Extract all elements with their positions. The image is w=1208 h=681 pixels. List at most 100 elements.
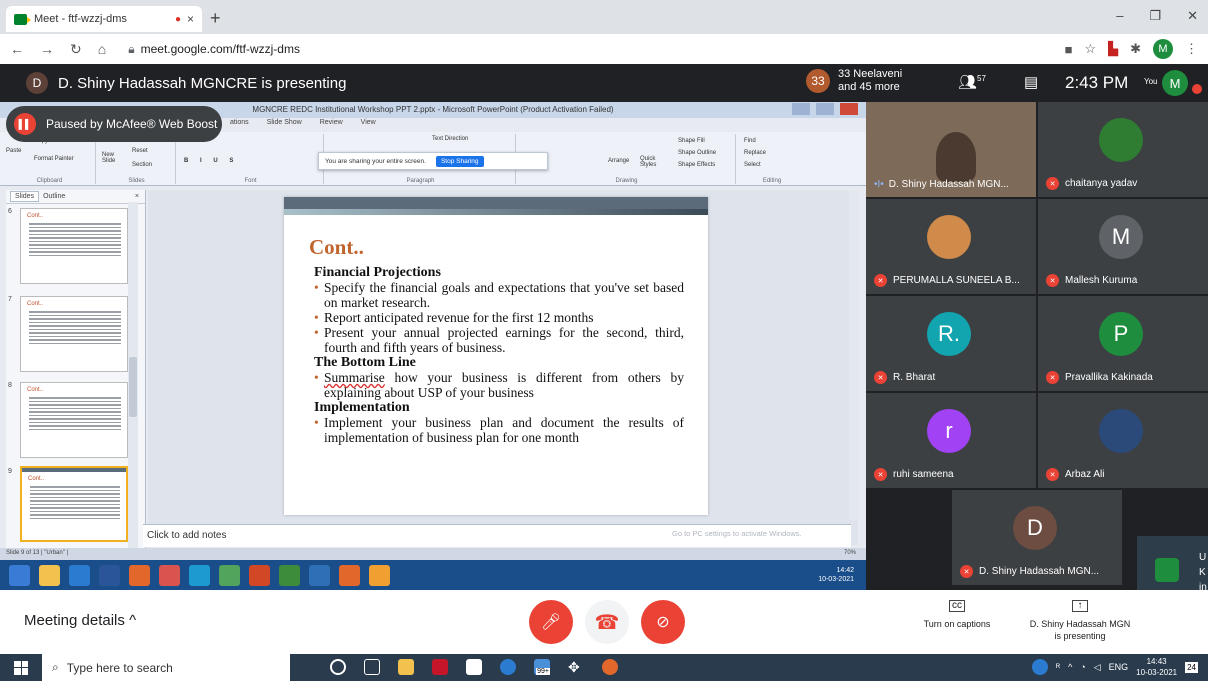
presenting-button[interactable]: ↑ D. Shiny Hadassah MGN is presenting — [1020, 600, 1140, 642]
drawing-group: Arrange Quick Styles Shape Fill Shape Ou… — [518, 134, 736, 184]
network-icon[interactable]: ◔ — [1080, 662, 1085, 672]
ppt-maximize-icon — [816, 103, 834, 115]
mcafee-text: Paused by McAfee® Web Boost — [46, 117, 218, 131]
chat-icon[interactable]: ▤ — [1024, 73, 1038, 91]
windows-start-icon[interactable] — [14, 660, 28, 675]
slides-group-label: Slides — [128, 178, 145, 184]
participant-tile[interactable]: r ✕ ruhi sameena — [866, 393, 1036, 488]
slide-bullet: Report anticipated revenue for the first… — [314, 310, 684, 325]
maximize-icon[interactable]: ❐ — [1149, 8, 1161, 24]
camera-icon[interactable]: ■ — [1065, 42, 1073, 57]
forward-icon[interactable]: → — [40, 41, 54, 57]
help-icon[interactable] — [1032, 659, 1048, 675]
puzzle-icon[interactable]: ✱ — [1130, 41, 1141, 57]
participant-name: Arbaz Ali — [1065, 469, 1105, 480]
participant-name: D. Shiny Hadassah MGN... — [888, 179, 1009, 190]
people-icon[interactable]: 👥︎57 — [958, 73, 986, 91]
close-window-icon[interactable]: ✕ — [1187, 8, 1198, 24]
screen-share-notice: You are sharing your entire screen. Stop… — [318, 152, 548, 170]
meeting-details-button[interactable]: Meeting details ^ — [24, 612, 136, 629]
leave-call-button[interactable]: ☎︎ — [585, 600, 629, 644]
netflix-icon[interactable] — [432, 659, 448, 675]
slide-number: 8 — [8, 382, 12, 389]
participant-tile[interactable]: D ✕ D. Shiny Hadassah MGN... — [952, 490, 1122, 585]
extension-icon[interactable]: ▙ — [1108, 41, 1118, 57]
participant-tile[interactable]: ✕ Arbaz Ali — [1038, 393, 1208, 488]
participant-tile[interactable]: P ✕ Pravallika Kakinada — [1038, 296, 1208, 391]
slide-bullet: Present your annual projected earnings f… — [314, 325, 684, 355]
taskbar-clock[interactable]: 14:43 10-03-2021 — [1136, 656, 1177, 678]
browser-tab[interactable]: Meet - ftf-wzzj-dms ● × — [6, 6, 202, 32]
star-icon[interactable]: ☆ — [1084, 41, 1096, 57]
participant-avatar: D — [1013, 506, 1057, 550]
participant-tile[interactable]: R. ✕ R. Bharat — [866, 296, 1036, 391]
slide-bullet: Implement your business plan and documen… — [314, 415, 684, 445]
slide-scrollbar — [849, 190, 859, 520]
others-count: 33 — [806, 69, 830, 93]
text-direction-label: Text Direction — [432, 136, 469, 142]
clipboard-label: Clipboard — [36, 178, 63, 184]
mcafee-paused-banner[interactable]: ▌▌ Paused by McAfee® Web Boost — [6, 106, 222, 142]
meet-favicon-icon — [14, 13, 31, 25]
participant-tile[interactable]: M ✕ Mallesh Kuruma — [1038, 199, 1208, 294]
reload-icon[interactable]: ↻ — [70, 41, 82, 58]
mic-toggle-button[interactable]: 🎤︎ — [529, 600, 573, 644]
new-tab-button[interactable]: + — [210, 8, 221, 29]
url-field[interactable]: 🔒︎ meet.google.com/ftf-wzzj-dms — [128, 42, 300, 57]
font-format-buttons: B I U S — [184, 158, 239, 164]
chrome-icon — [129, 564, 150, 586]
tray-chevron-icon[interactable]: ^ — [1068, 662, 1072, 672]
others-indicator[interactable]: 33 33 Neelaveni and 45 more — [806, 68, 902, 94]
dropbox-icon[interactable]: ✥ — [568, 659, 584, 675]
language-indicator[interactable]: ENG — [1109, 662, 1129, 672]
store-icon[interactable] — [466, 659, 482, 675]
tab-close-icon[interactable]: × — [187, 12, 194, 26]
menu-icon[interactable]: ⋮ — [1185, 41, 1198, 57]
self-avatar[interactable]: M — [1162, 70, 1188, 96]
system-tray: ᴿ ^ ◔ ◁ ENG 14:43 10-03-2021 24 — [1032, 656, 1198, 678]
participant-tile[interactable]: ✕ PERUMALLA SUNEELA B... — [866, 199, 1036, 294]
action-center-icon[interactable]: 24 — [1185, 661, 1198, 673]
meet-header-icons: 👥︎57 ▤ — [958, 73, 1038, 91]
notification-app-icon — [1155, 558, 1179, 582]
back-icon[interactable]: ← — [10, 41, 24, 57]
camera-toggle-button[interactable]: ⊘ — [641, 600, 685, 644]
shape-outline-label: Shape Outline — [678, 150, 717, 156]
self-status-dot — [1192, 84, 1202, 94]
meeting-details-label: Meeting details — [24, 612, 125, 629]
participant-tile[interactable]: ✕ chaitanya yadav — [1038, 102, 1208, 197]
pause-icon[interactable]: ▌▌ — [14, 113, 36, 135]
profile-avatar[interactable]: M — [1153, 39, 1173, 59]
quick-styles-label: Quick Styles — [640, 156, 657, 168]
edge-taskbar-icon[interactable] — [500, 659, 516, 675]
minimize-icon[interactable]: – — [1116, 8, 1123, 24]
others-line2: and 45 more — [838, 81, 900, 93]
shared-date: 10-03-2021 — [818, 576, 854, 583]
people-tray-icon[interactable]: ᴿ — [1056, 662, 1060, 672]
thumb-title: Cont.. — [27, 387, 44, 393]
task-view-icon[interactable] — [364, 659, 380, 675]
captions-button[interactable]: cc Turn on captions — [912, 600, 1002, 630]
muted-mic-icon: ✕ — [1046, 274, 1059, 287]
home-icon[interactable]: ⌂ — [98, 41, 106, 57]
excel-icon — [279, 564, 300, 586]
participant-tile[interactable]: •I• D. Shiny Hadassah MGN... — [866, 102, 1036, 197]
tab-title: Meet - ftf-wzzj-dms — [34, 13, 127, 25]
participant-avatar: r — [927, 409, 971, 453]
cortana-icon[interactable] — [330, 659, 346, 675]
windows-taskbar: ⌕ Type here to search 99+ ✥ ᴿ ^ ◔ ◁ ENG 1… — [0, 654, 1208, 681]
browser-chrome: Meet - ftf-wzzj-dms ● × + – ❐ ✕ ← → ↻ ⌂ … — [0, 0, 1208, 64]
shape-fill-label: Shape Fill — [678, 138, 705, 144]
participant-name: PERUMALLA SUNEELA B... — [893, 275, 1020, 286]
volume-icon[interactable]: ◁ — [1094, 662, 1101, 673]
muted-mic-icon: ✕ — [874, 274, 887, 287]
thumb-title: Cont.. — [27, 301, 44, 307]
ppt-menu: Slide Show — [266, 119, 302, 126]
current-slide: Cont.. Financial Projections Specify the… — [284, 197, 708, 515]
search-icon: ⌕ — [52, 660, 59, 674]
file-explorer-icon[interactable] — [398, 659, 414, 675]
edge-icon — [189, 564, 210, 586]
mail-icon[interactable]: 99+ — [534, 659, 550, 675]
taskbar-search[interactable]: ⌕ Type here to search — [42, 654, 290, 681]
chrome-taskbar-icon[interactable] — [602, 659, 618, 675]
